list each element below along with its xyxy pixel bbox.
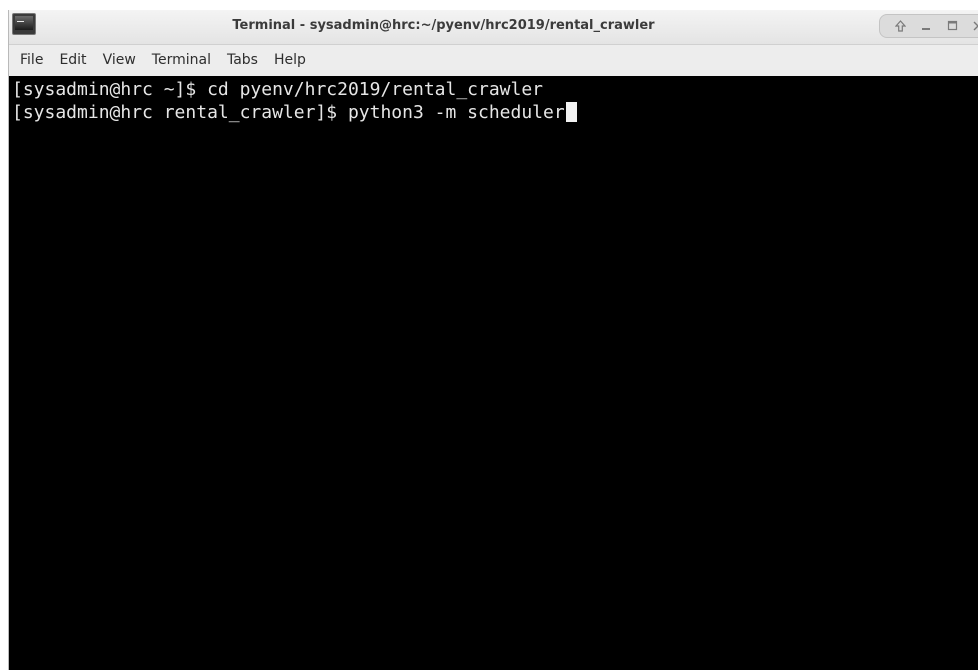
shell-prompt: [sysadmin@hrc rental_crawler]$ <box>12 102 348 123</box>
shell-command: python3 -m scheduler <box>347 102 565 123</box>
arrow-up-icon[interactable] <box>894 20 906 32</box>
minimize-icon[interactable] <box>920 20 932 32</box>
shell-prompt: [sysadmin@hrc ~]$ <box>12 79 208 100</box>
text-cursor <box>565 102 577 122</box>
menu-edit[interactable]: Edit <box>51 48 94 72</box>
terminal-output[interactable]: [sysadmin@hrc ~]$ cd pyenv/hrc2019/renta… <box>9 76 978 670</box>
terminal-line: [sysadmin@hrc rental_crawler]$ python3 -… <box>12 101 978 124</box>
terminal-window: Terminal - sysadmin@hrc:~/pyenv/hrc2019/… <box>8 10 978 670</box>
menu-help[interactable]: Help <box>266 48 314 72</box>
close-icon[interactable] <box>972 20 978 32</box>
menu-file[interactable]: File <box>12 48 51 72</box>
menu-terminal[interactable]: Terminal <box>144 48 219 72</box>
menu-bar: File Edit View Terminal Tabs Help <box>9 45 978 75</box>
window-title: Terminal - sysadmin@hrc:~/pyenv/hrc2019/… <box>232 18 655 33</box>
title-bar[interactable]: Terminal - sysadmin@hrc:~/pyenv/hrc2019/… <box>9 10 978 45</box>
shell-command: cd pyenv/hrc2019/rental_crawler <box>207 79 544 100</box>
menu-tabs[interactable]: Tabs <box>219 48 266 72</box>
terminal-line: [sysadmin@hrc ~]$ cd pyenv/hrc2019/renta… <box>12 78 978 101</box>
maximize-icon[interactable] <box>946 20 958 32</box>
window-controls <box>879 14 978 38</box>
menu-view[interactable]: View <box>95 48 144 72</box>
